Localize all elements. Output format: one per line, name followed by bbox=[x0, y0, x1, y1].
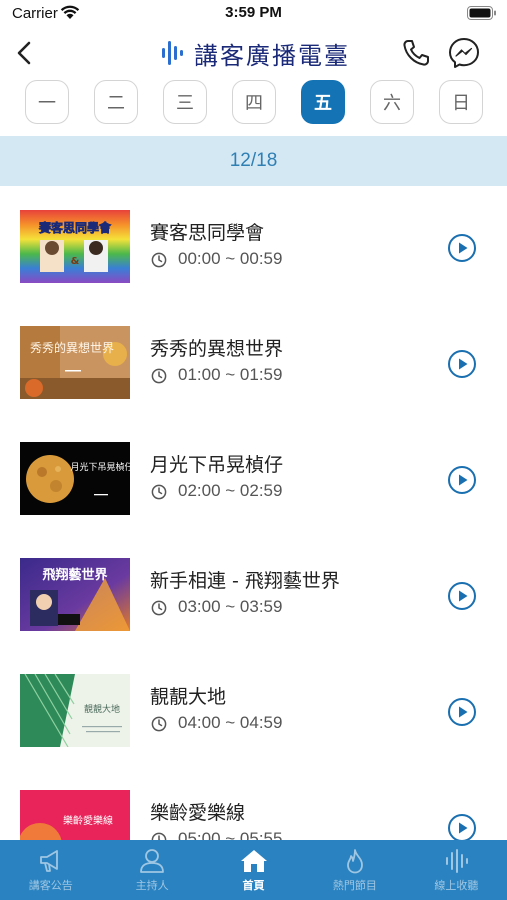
program-time: 05:00 ~ 05:55 bbox=[178, 829, 283, 840]
play-button[interactable] bbox=[447, 697, 477, 727]
program-item[interactable]: & 賽客思同學會 賽客思同學會 00:00 ~ 00:59 bbox=[0, 186, 507, 302]
program-item[interactable]: 樂齡愛樂線 樂齡愛樂線 05:00 ~ 05:55 bbox=[0, 766, 507, 840]
program-title: 月光下吊晃楨仔 bbox=[150, 454, 284, 476]
tab-friday[interactable]: 五 bbox=[301, 80, 345, 124]
tab-monday[interactable]: 一 bbox=[25, 80, 69, 124]
program-item[interactable]: 秀秀的異想世界 秀秀的異想世界 01:00 ~ 01:59 bbox=[0, 302, 507, 418]
soundwave-logo-icon bbox=[162, 41, 183, 65]
station-logo: 講客廣播電臺 bbox=[160, 36, 350, 70]
program-thumbnail: 秀秀的異想世界 bbox=[20, 326, 130, 399]
megaphone-icon bbox=[39, 850, 58, 872]
program-thumbnail: 樂齡愛樂線 bbox=[20, 790, 130, 840]
program-title: 樂齡愛樂線 bbox=[150, 802, 246, 824]
program-title: 賽客思同學會 bbox=[150, 222, 265, 244]
tab-home[interactable]: 首頁 bbox=[203, 840, 304, 900]
messenger-icon[interactable] bbox=[447, 36, 481, 70]
weekday-tabs: 一 二 三 四 五 六 日 bbox=[0, 80, 507, 126]
nav-bar: 講客廣播電臺 bbox=[0, 28, 507, 78]
play-button[interactable] bbox=[447, 581, 477, 611]
tab-sunday[interactable]: 日 bbox=[439, 80, 483, 124]
tab-tuesday[interactable]: 二 bbox=[94, 80, 138, 124]
tab-popular[interactable]: 熱門節目 bbox=[304, 840, 405, 900]
clock-icon bbox=[151, 484, 167, 500]
thumbnail-text: 賽客思同學會 bbox=[38, 220, 112, 235]
status-bar: Carrier 3:59 PM bbox=[0, 0, 507, 28]
status-time: 3:59 PM bbox=[225, 4, 282, 21]
host-icon bbox=[140, 849, 165, 873]
program-time: 04:00 ~ 04:59 bbox=[178, 713, 283, 732]
tab-label: 線上收聽 bbox=[434, 879, 479, 892]
phone-icon[interactable] bbox=[400, 37, 432, 69]
tab-label: 主持人 bbox=[135, 879, 169, 892]
tab-announcements[interactable]: 講客公告 bbox=[0, 840, 101, 900]
clock-icon bbox=[151, 368, 167, 384]
program-thumbnail: 飛翔藝世界 bbox=[20, 558, 130, 631]
tab-thursday[interactable]: 四 bbox=[232, 80, 276, 124]
bottom-tab-bar: 講客公告 主持人 首頁 熱門節目 線上收聽 bbox=[0, 840, 507, 900]
thumbnail-text: 樂齡愛樂線 bbox=[63, 814, 113, 827]
program-list: & 賽客思同學會 賽客思同學會 00:00 ~ 00:59 秀秀的異想世界 秀秀… bbox=[0, 186, 507, 840]
clock-icon bbox=[151, 716, 167, 732]
logo-text: 講客廣播電臺 bbox=[194, 41, 350, 70]
thumbnail-text: 飛翔藝世界 bbox=[41, 567, 107, 583]
clock-icon bbox=[151, 600, 167, 616]
tab-label: 首頁 bbox=[242, 879, 265, 892]
tab-label: 講客公告 bbox=[28, 879, 73, 892]
soundwave-icon bbox=[446, 849, 469, 873]
tab-wednesday[interactable]: 三 bbox=[163, 80, 207, 124]
back-chevron-icon[interactable] bbox=[10, 38, 40, 68]
program-time: 01:00 ~ 01:59 bbox=[178, 365, 283, 384]
clock-icon bbox=[151, 252, 167, 268]
program-title: 新手相連 - 飛翔藝世界 bbox=[150, 570, 340, 592]
program-time: 03:00 ~ 03:59 bbox=[178, 597, 283, 616]
play-button[interactable] bbox=[447, 349, 477, 379]
home-icon bbox=[240, 850, 267, 872]
program-time: 00:00 ~ 00:59 bbox=[178, 249, 283, 268]
tab-listen-live[interactable]: 線上收聽 bbox=[406, 840, 507, 900]
battery-icon bbox=[467, 6, 496, 20]
program-time: 02:00 ~ 02:59 bbox=[178, 481, 283, 500]
flame-icon bbox=[347, 849, 363, 874]
program-item[interactable]: 月光下吊晃楨仔 月光下吊晃楨仔 02:00 ~ 02:59 bbox=[0, 418, 507, 534]
program-item[interactable]: 靚靚大地 靚靚大地 04:00 ~ 04:59 bbox=[0, 650, 507, 766]
program-thumbnail: & 賽客思同學會 bbox=[20, 210, 130, 283]
svg-text:&: & bbox=[71, 256, 80, 267]
play-button[interactable] bbox=[447, 813, 477, 840]
selected-date: 12/18 bbox=[0, 136, 507, 186]
program-thumbnail: 月光下吊晃楨仔 bbox=[20, 442, 130, 515]
play-button[interactable] bbox=[447, 233, 477, 263]
program-item[interactable]: 飛翔藝世界 新手相連 - 飛翔藝世界 03:00 ~ 03:59 bbox=[0, 534, 507, 650]
program-thumbnail: 靚靚大地 bbox=[20, 674, 130, 747]
tab-hosts[interactable]: 主持人 bbox=[101, 840, 202, 900]
clock-icon bbox=[151, 832, 167, 840]
tab-label: 熱門節目 bbox=[332, 879, 377, 892]
thumbnail-text: 靚靚大地 bbox=[84, 703, 120, 715]
thumbnail-text: 月光下吊晃楨仔 bbox=[70, 461, 130, 473]
tab-saturday[interactable]: 六 bbox=[370, 80, 414, 124]
program-title: 秀秀的異想世界 bbox=[150, 338, 284, 360]
play-button[interactable] bbox=[447, 465, 477, 495]
program-title: 靚靚大地 bbox=[150, 686, 227, 708]
thumbnail-text: 秀秀的異想世界 bbox=[30, 340, 114, 355]
